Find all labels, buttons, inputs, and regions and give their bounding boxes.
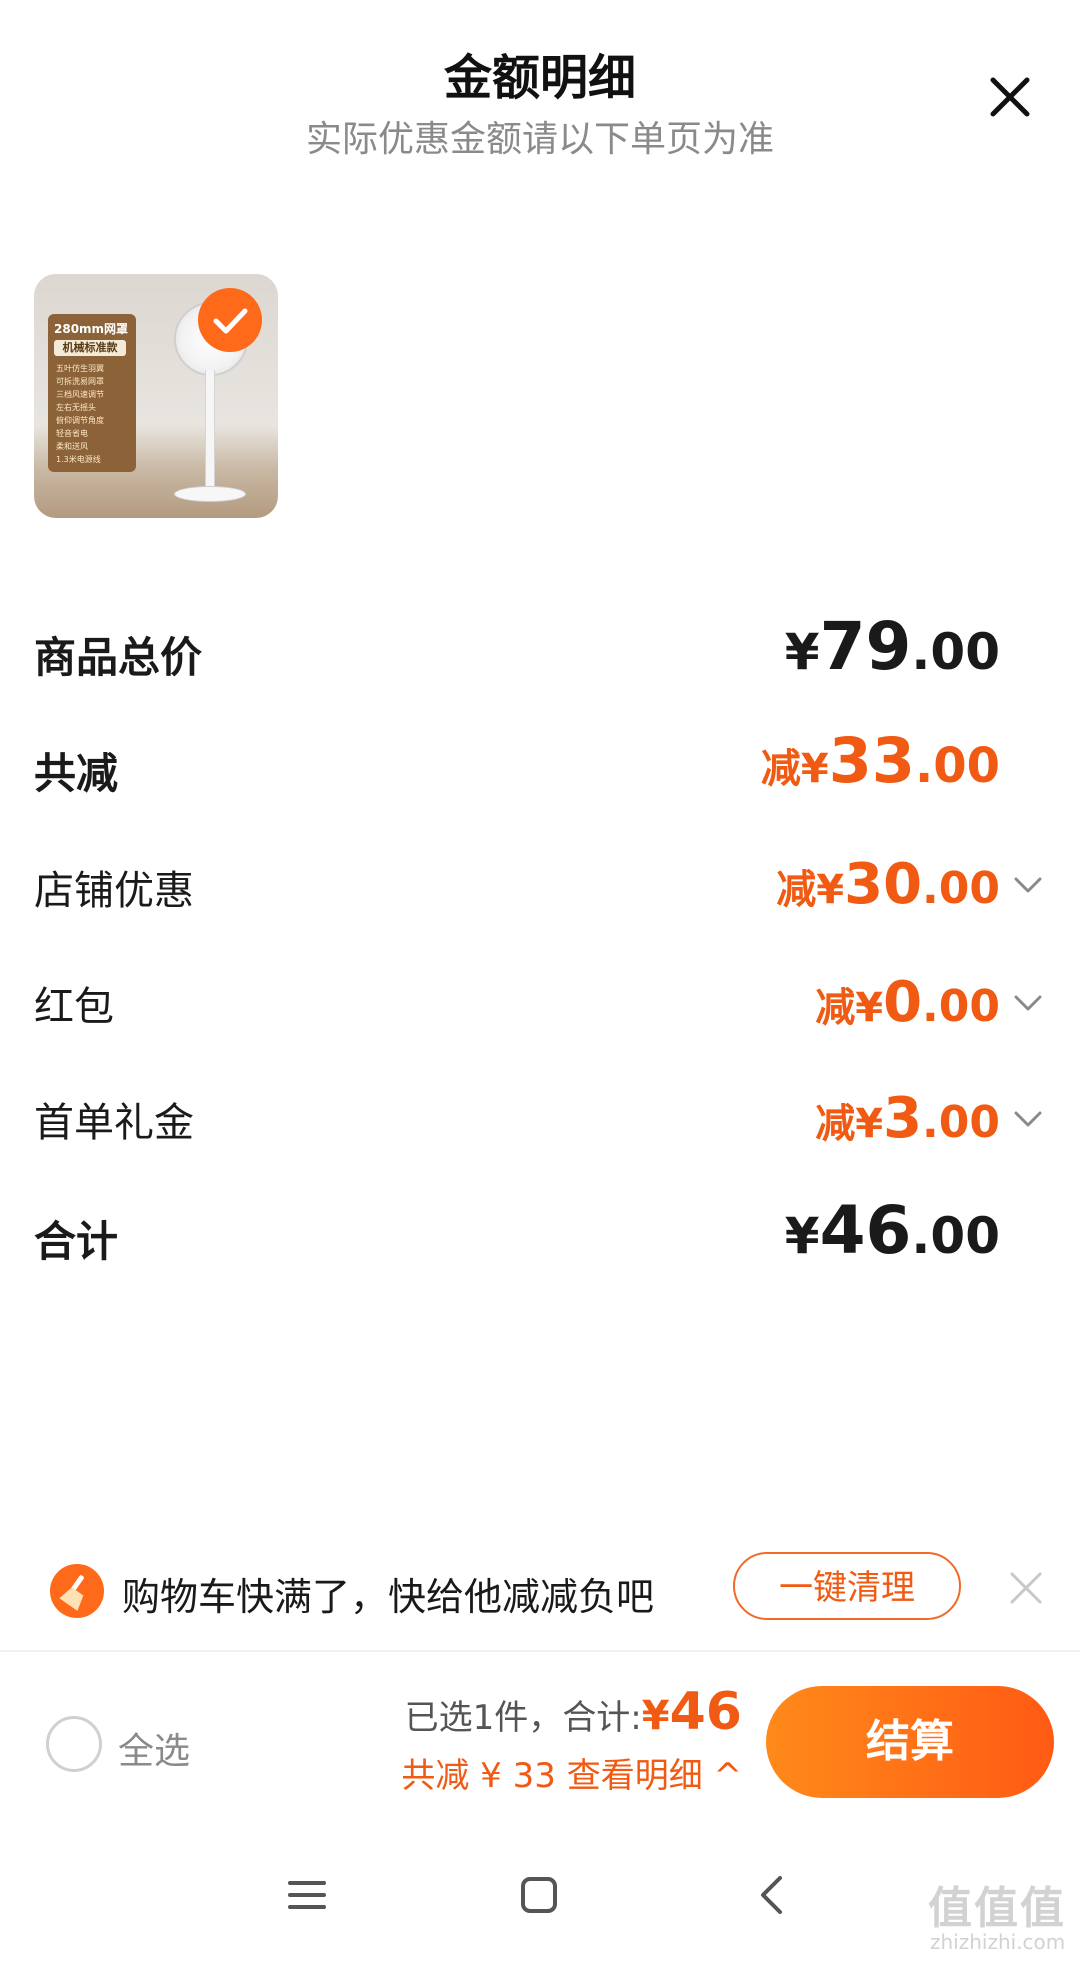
discount-prefix: 减¥ bbox=[815, 985, 884, 1031]
select-all-radio[interactable] bbox=[46, 1716, 102, 1772]
discount-prefix: 减¥ bbox=[776, 867, 845, 913]
amount-integer: 3 bbox=[883, 1086, 923, 1151]
product-card-badge: 机械标准款 bbox=[54, 340, 126, 356]
amount-decimal: .00 bbox=[922, 863, 1000, 914]
menu-icon[interactable] bbox=[282, 1870, 332, 1920]
product-card-features: 五叶仿生羽翼 可拆洗易网罩 三档风速调节 左右无摇头 俯仰调节角度 轻音省电 柔… bbox=[56, 364, 104, 464]
home-icon[interactable] bbox=[514, 1870, 564, 1920]
red-packet-label: 红包 bbox=[34, 984, 114, 1030]
amount-decimal: .00 bbox=[922, 981, 1000, 1032]
fan-pole-image bbox=[205, 370, 215, 490]
checkout-button[interactable]: 结算 bbox=[766, 1686, 1054, 1798]
broom-icon bbox=[50, 1564, 104, 1618]
red-packet-amount: 减¥0.00 bbox=[815, 970, 1000, 1035]
currency-symbol: ¥ bbox=[784, 623, 820, 681]
currency-symbol: ¥ bbox=[784, 1207, 820, 1265]
total-value: 46 bbox=[669, 1682, 742, 1742]
product-feature-card: 280mm网罩 机械标准款 五叶仿生羽翼 可拆洗易网罩 三档风速调节 左右无摇头… bbox=[48, 314, 136, 472]
sum-label: 合计 bbox=[34, 1217, 119, 1266]
amount-integer: 33 bbox=[828, 724, 915, 797]
page-subtitle: 实际优惠金额请以下单页为准 bbox=[305, 119, 774, 160]
watermark-logo: 值值值 bbox=[928, 1883, 1066, 1934]
first-order-gift-label: 首单礼金 bbox=[34, 1100, 194, 1146]
page-title: 金额明细 bbox=[443, 50, 636, 106]
selected-count: 已选1件， bbox=[404, 1698, 563, 1738]
select-all-label[interactable]: 全选 bbox=[118, 1722, 190, 1774]
store-discount-chevron-down-icon[interactable] bbox=[1010, 866, 1046, 902]
discount-prefix: 减¥ bbox=[815, 1101, 884, 1147]
order-summary: 已选1件，合计:¥46 bbox=[405, 1682, 742, 1742]
discount-prefix: 减¥ bbox=[760, 746, 829, 792]
store-discount-label: 店铺优惠 bbox=[34, 868, 194, 914]
store-discount-amount: 减¥30.00 bbox=[776, 852, 1000, 917]
close-icon[interactable] bbox=[985, 72, 1035, 122]
total-currency-symbol: ¥ bbox=[641, 1693, 670, 1739]
total-discount-label: 共减 bbox=[34, 749, 119, 798]
amount-integer: 30 bbox=[844, 852, 923, 917]
amount-decimal: .00 bbox=[911, 623, 1000, 681]
total-price-amount: ¥79.00 bbox=[785, 608, 1000, 685]
cart-full-message: 购物车快满了，快给他减减负吧 bbox=[122, 1575, 655, 1619]
total-discount-amount: 减¥33.00 bbox=[761, 724, 1000, 797]
fan-base-image bbox=[174, 486, 246, 502]
close-banner-icon[interactable] bbox=[1006, 1568, 1046, 1608]
amount-decimal: .00 bbox=[914, 738, 1000, 794]
amount-integer: 79 bbox=[819, 608, 912, 685]
amount-decimal: .00 bbox=[922, 1097, 1000, 1148]
red-packet-chevron-down-icon[interactable] bbox=[1010, 984, 1046, 1020]
view-discount-detail-link[interactable]: 共减 ¥ 33 查看明细 ^ bbox=[401, 1748, 742, 1797]
one-click-clean-button[interactable]: 一键清理 bbox=[733, 1552, 961, 1620]
selected-check-icon[interactable] bbox=[198, 288, 262, 352]
back-icon[interactable] bbox=[748, 1870, 798, 1920]
watermark-url: zhizhizhi.com bbox=[930, 1930, 1066, 1954]
total-label: 合计: bbox=[562, 1698, 642, 1738]
amount-integer: 46 bbox=[819, 1192, 912, 1269]
amount-decimal: .00 bbox=[911, 1207, 1000, 1265]
product-card-title: 280mm网罩 bbox=[54, 322, 129, 336]
amount-integer: 0 bbox=[883, 970, 923, 1035]
sum-amount: ¥46.00 bbox=[785, 1192, 1000, 1269]
first-order-gift-chevron-down-icon[interactable] bbox=[1010, 1100, 1046, 1136]
total-price-label: 商品总价 bbox=[34, 633, 203, 682]
first-order-gift-amount: 减¥3.00 bbox=[815, 1086, 1000, 1151]
bottom-bar-divider bbox=[0, 1650, 1080, 1652]
